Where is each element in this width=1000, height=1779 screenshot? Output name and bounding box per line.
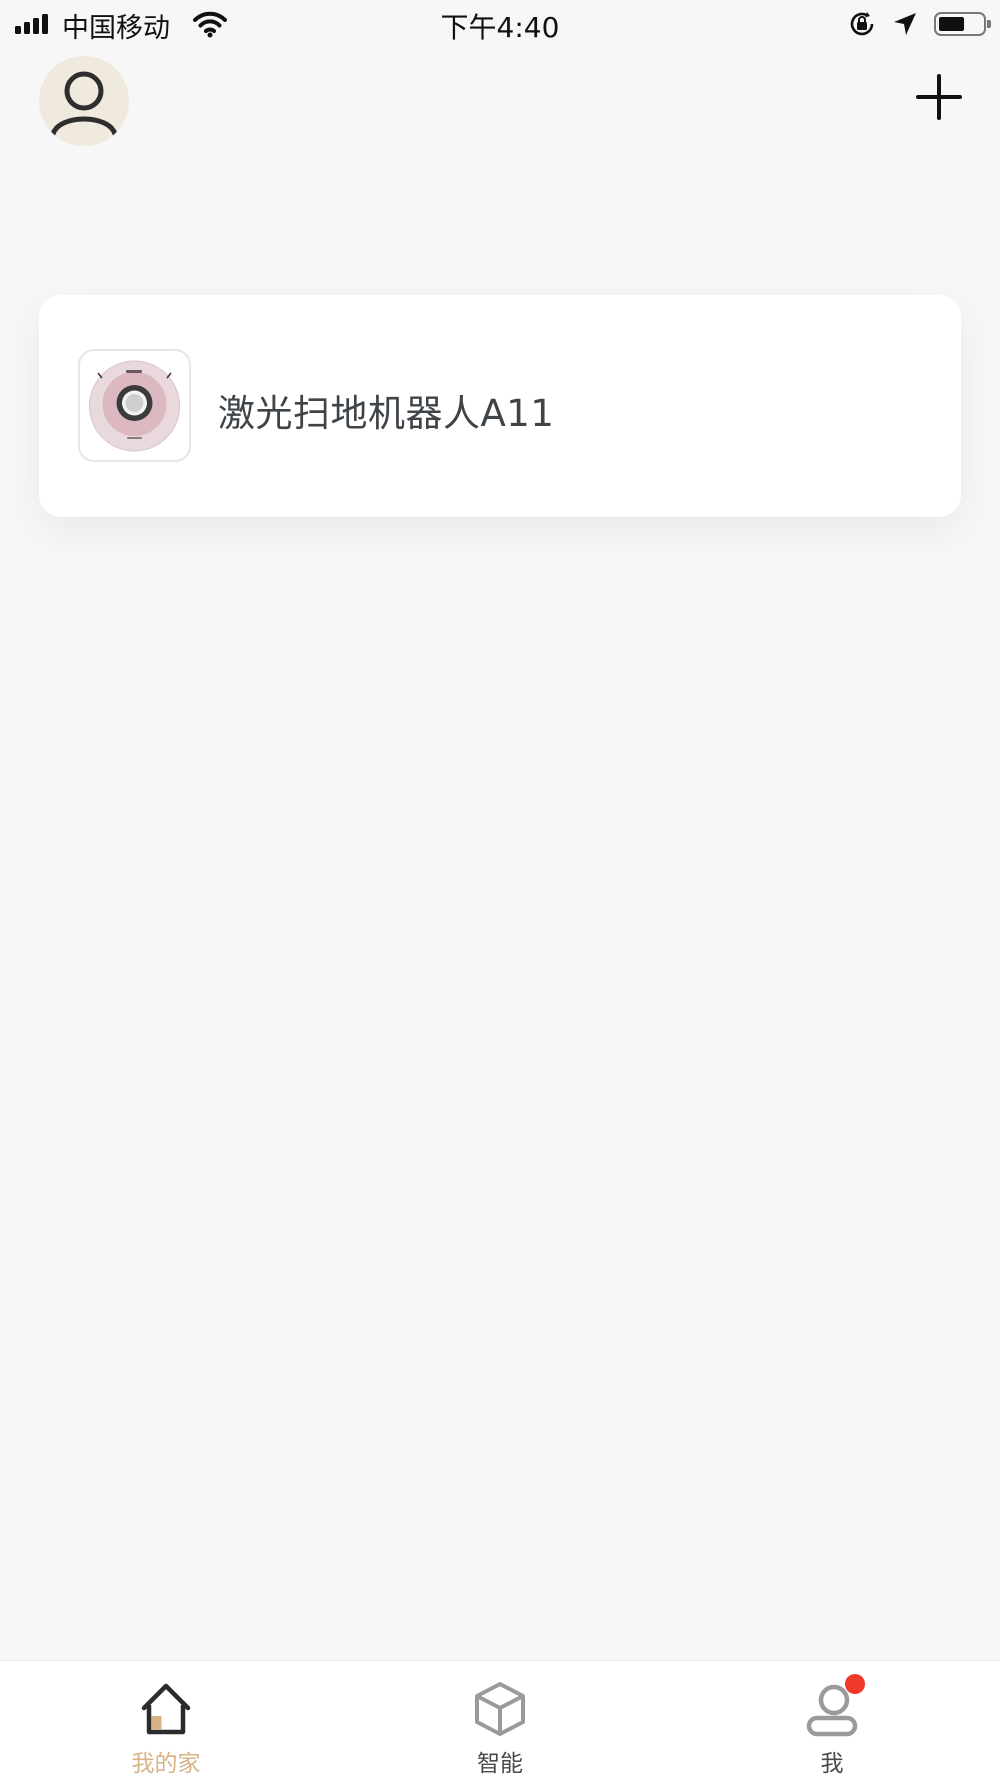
home-icon xyxy=(141,1683,191,1735)
tab-me-label: 我 xyxy=(820,1751,844,1777)
robot-vacuum-image xyxy=(89,360,180,452)
tab-home-label: 我的家 xyxy=(131,1751,201,1777)
device-thumbnail xyxy=(78,349,191,462)
device-name: 激光扫地机器人A11 xyxy=(218,392,555,435)
tab-home[interactable]: 我的家 xyxy=(46,1661,286,1779)
user-avatar-icon xyxy=(50,71,118,137)
tab-smart[interactable]: 智能 xyxy=(380,1661,620,1779)
battery-icon xyxy=(934,12,991,36)
user-avatar[interactable] xyxy=(39,56,129,146)
tab-bar: 我的家 智能 我 xyxy=(0,1660,1000,1779)
plus-icon xyxy=(916,74,962,120)
location-arrow-icon xyxy=(894,13,916,35)
device-card[interactable]: 激光扫地机器人A11 xyxy=(39,295,961,517)
tab-me[interactable]: 我 xyxy=(712,1661,952,1779)
status-bar: 中国移动 下午4:40 xyxy=(0,0,1000,50)
cube-icon xyxy=(475,1682,525,1736)
add-device-button[interactable] xyxy=(914,72,964,122)
tab-smart-label: 智能 xyxy=(477,1751,523,1777)
orientation-lock-icon xyxy=(850,12,874,36)
notification-badge xyxy=(845,1674,865,1694)
